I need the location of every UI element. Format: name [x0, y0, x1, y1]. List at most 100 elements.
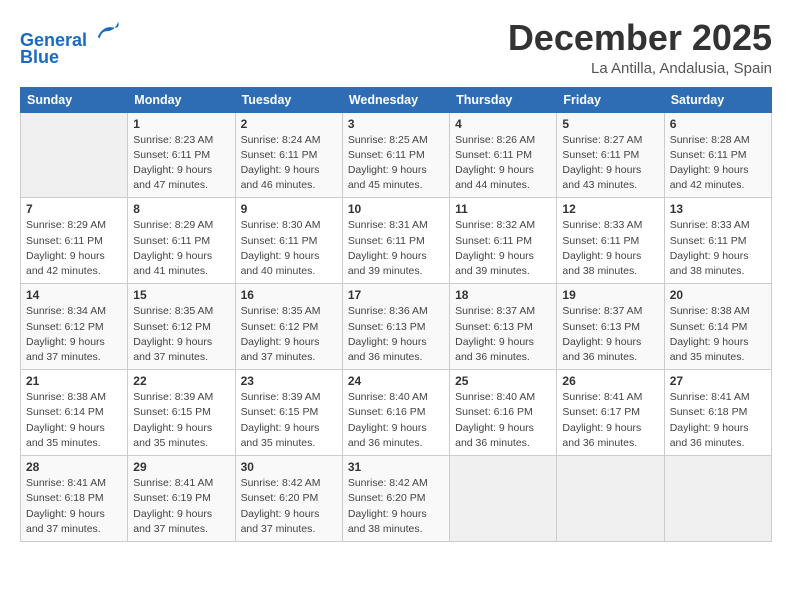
day-info: Sunrise: 8:25 AMSunset: 6:11 PMDaylight:…: [348, 133, 444, 194]
day-number: 29: [133, 460, 229, 474]
day-number: 24: [348, 374, 444, 388]
calendar-cell: 20 Sunrise: 8:38 AMSunset: 6:14 PMDayligh…: [664, 284, 771, 370]
weekday-header-sunday: Sunday: [21, 87, 128, 112]
calendar-cell: 25 Sunrise: 8:40 AMSunset: 6:16 PMDayligh…: [450, 370, 557, 456]
calendar-body: 1 Sunrise: 8:23 AMSunset: 6:11 PMDaylight…: [21, 112, 772, 541]
weekday-header-monday: Monday: [128, 87, 235, 112]
day-info: Sunrise: 8:40 AMSunset: 6:16 PMDaylight:…: [455, 390, 551, 451]
calendar-cell: 14Sunrise: 8:34 AMSunset: 6:12 PMDayligh…: [21, 284, 128, 370]
calendar-cell: 13Sunrise: 8:33 AMSunset: 6:11 PMDayligh…: [664, 198, 771, 284]
day-number: 7: [26, 202, 122, 216]
calendar-cell: 21 Sunrise: 8:38 AMSunset: 6:14 PMDayligh…: [21, 370, 128, 456]
day-info: Sunrise: 8:41 AMSunset: 6:18 PMDaylight:…: [26, 476, 122, 537]
day-number: 8: [133, 202, 229, 216]
calendar-cell: [557, 456, 664, 542]
day-number: 2: [241, 117, 337, 131]
day-number: 4: [455, 117, 551, 131]
calendar-cell: 12Sunrise: 8:33 AMSunset: 6:11 PMDayligh…: [557, 198, 664, 284]
calendar-cell: 22 Sunrise: 8:39 AMSunset: 6:15 PMDayligh…: [128, 370, 235, 456]
logo: General Blue: [20, 18, 122, 68]
calendar-header-row: SundayMondayTuesdayWednesdayThursdayFrid…: [21, 87, 772, 112]
day-number: 21: [26, 374, 122, 388]
day-number: 20: [670, 288, 766, 302]
day-number: 17: [348, 288, 444, 302]
weekday-header-saturday: Saturday: [664, 87, 771, 112]
day-info: Sunrise: 8:38 AMSunset: 6:14 PMDaylight:…: [26, 390, 122, 451]
logo-bird-icon: [94, 18, 122, 46]
day-number: 9: [241, 202, 337, 216]
calendar-cell: 16 Sunrise: 8:35 AMSunset: 6:12 PMDayligh…: [235, 284, 342, 370]
calendar-week-3: 14Sunrise: 8:34 AMSunset: 6:12 PMDayligh…: [21, 284, 772, 370]
header: General Blue December 2025 La Antilla, A…: [20, 18, 772, 77]
title-block: December 2025 La Antilla, Andalusia, Spa…: [508, 18, 772, 77]
day-info: Sunrise: 8:36 AMSunset: 6:13 PMDaylight:…: [348, 304, 444, 365]
day-number: 25: [455, 374, 551, 388]
calendar-cell: 30Sunrise: 8:42 AMSunset: 6:20 PMDayligh…: [235, 456, 342, 542]
day-info: Sunrise: 8:37 AMSunset: 6:13 PMDaylight:…: [455, 304, 551, 365]
calendar-cell: 4Sunrise: 8:26 AMSunset: 6:11 PMDaylight…: [450, 112, 557, 198]
day-info: Sunrise: 8:29 AMSunset: 6:11 PMDaylight:…: [133, 218, 229, 279]
calendar-week-4: 21 Sunrise: 8:38 AMSunset: 6:14 PMDayligh…: [21, 370, 772, 456]
logo-text: General: [20, 18, 122, 51]
day-info: Sunrise: 8:30 AMSunset: 6:11 PMDaylight:…: [241, 218, 337, 279]
day-number: 18: [455, 288, 551, 302]
day-number: 27: [670, 374, 766, 388]
day-info: Sunrise: 8:38 AMSunset: 6:14 PMDaylight:…: [670, 304, 766, 365]
calendar-cell: 29 Sunrise: 8:41 AMSunset: 6:19 PMDayligh…: [128, 456, 235, 542]
calendar-cell: [664, 456, 771, 542]
day-info: Sunrise: 8:39 AMSunset: 6:15 PMDaylight:…: [133, 390, 229, 451]
calendar-cell: [450, 456, 557, 542]
day-number: 19: [562, 288, 658, 302]
day-info: Sunrise: 8:40 AMSunset: 6:16 PMDaylight:…: [348, 390, 444, 451]
calendar-week-2: 7 Sunrise: 8:29 AMSunset: 6:11 PMDaylight…: [21, 198, 772, 284]
day-info: Sunrise: 8:33 AMSunset: 6:11 PMDaylight:…: [670, 218, 766, 279]
day-info: Sunrise: 8:27 AMSunset: 6:11 PMDaylight:…: [562, 133, 658, 194]
day-info: Sunrise: 8:42 AMSunset: 6:20 PMDaylight:…: [241, 476, 337, 537]
day-number: 11: [455, 202, 551, 216]
day-number: 31: [348, 460, 444, 474]
calendar-cell: 1 Sunrise: 8:23 AMSunset: 6:11 PMDaylight…: [128, 112, 235, 198]
day-info: Sunrise: 8:28 AMSunset: 6:11 PMDaylight:…: [670, 133, 766, 194]
day-info: Sunrise: 8:39 AMSunset: 6:15 PMDaylight:…: [241, 390, 337, 451]
day-number: 22: [133, 374, 229, 388]
day-info: Sunrise: 8:29 AMSunset: 6:11 PMDaylight:…: [26, 218, 122, 279]
day-number: 16: [241, 288, 337, 302]
calendar-cell: 19 Sunrise: 8:37 AMSunset: 6:13 PMDayligh…: [557, 284, 664, 370]
calendar-week-5: 28 Sunrise: 8:41 AMSunset: 6:18 PMDayligh…: [21, 456, 772, 542]
location: La Antilla, Andalusia, Spain: [508, 60, 772, 77]
day-info: Sunrise: 8:35 AMSunset: 6:12 PMDaylight:…: [241, 304, 337, 365]
day-info: Sunrise: 8:41 AMSunset: 6:19 PMDaylight:…: [133, 476, 229, 537]
day-number: 6: [670, 117, 766, 131]
day-number: 1: [133, 117, 229, 131]
calendar-cell: 31Sunrise: 8:42 AMSunset: 6:20 PMDayligh…: [342, 456, 449, 542]
day-number: 15: [133, 288, 229, 302]
calendar-cell: 10Sunrise: 8:31 AMSunset: 6:11 PMDayligh…: [342, 198, 449, 284]
weekday-header-thursday: Thursday: [450, 87, 557, 112]
calendar-table: SundayMondayTuesdayWednesdayThursdayFrid…: [20, 87, 772, 542]
calendar-week-1: 1 Sunrise: 8:23 AMSunset: 6:11 PMDaylight…: [21, 112, 772, 198]
day-info: Sunrise: 8:41 AMSunset: 6:18 PMDaylight:…: [670, 390, 766, 451]
calendar-cell: 2Sunrise: 8:24 AMSunset: 6:11 PMDaylight…: [235, 112, 342, 198]
day-number: 28: [26, 460, 122, 474]
day-number: 23: [241, 374, 337, 388]
month-title: December 2025: [508, 18, 772, 58]
day-number: 5: [562, 117, 658, 131]
calendar-cell: 6 Sunrise: 8:28 AMSunset: 6:11 PMDaylight…: [664, 112, 771, 198]
day-number: 10: [348, 202, 444, 216]
day-number: 26: [562, 374, 658, 388]
calendar-cell: 9 Sunrise: 8:30 AMSunset: 6:11 PMDaylight…: [235, 198, 342, 284]
page-container: General Blue December 2025 La Antilla, A…: [0, 0, 792, 552]
day-number: 12: [562, 202, 658, 216]
weekday-header-tuesday: Tuesday: [235, 87, 342, 112]
calendar-cell: 7 Sunrise: 8:29 AMSunset: 6:11 PMDaylight…: [21, 198, 128, 284]
calendar-cell: 27 Sunrise: 8:41 AMSunset: 6:18 PMDayligh…: [664, 370, 771, 456]
calendar-cell: 8 Sunrise: 8:29 AMSunset: 6:11 PMDaylight…: [128, 198, 235, 284]
calendar-cell: 17 Sunrise: 8:36 AMSunset: 6:13 PMDayligh…: [342, 284, 449, 370]
day-info: Sunrise: 8:23 AMSunset: 6:11 PMDaylight:…: [133, 133, 229, 194]
calendar-cell: 11 Sunrise: 8:32 AMSunset: 6:11 PMDayligh…: [450, 198, 557, 284]
day-info: Sunrise: 8:37 AMSunset: 6:13 PMDaylight:…: [562, 304, 658, 365]
calendar-cell: 5 Sunrise: 8:27 AMSunset: 6:11 PMDaylight…: [557, 112, 664, 198]
day-info: Sunrise: 8:32 AMSunset: 6:11 PMDaylight:…: [455, 218, 551, 279]
calendar-cell: 24 Sunrise: 8:40 AMSunset: 6:16 PMDayligh…: [342, 370, 449, 456]
calendar-cell: 3Sunrise: 8:25 AMSunset: 6:11 PMDaylight…: [342, 112, 449, 198]
